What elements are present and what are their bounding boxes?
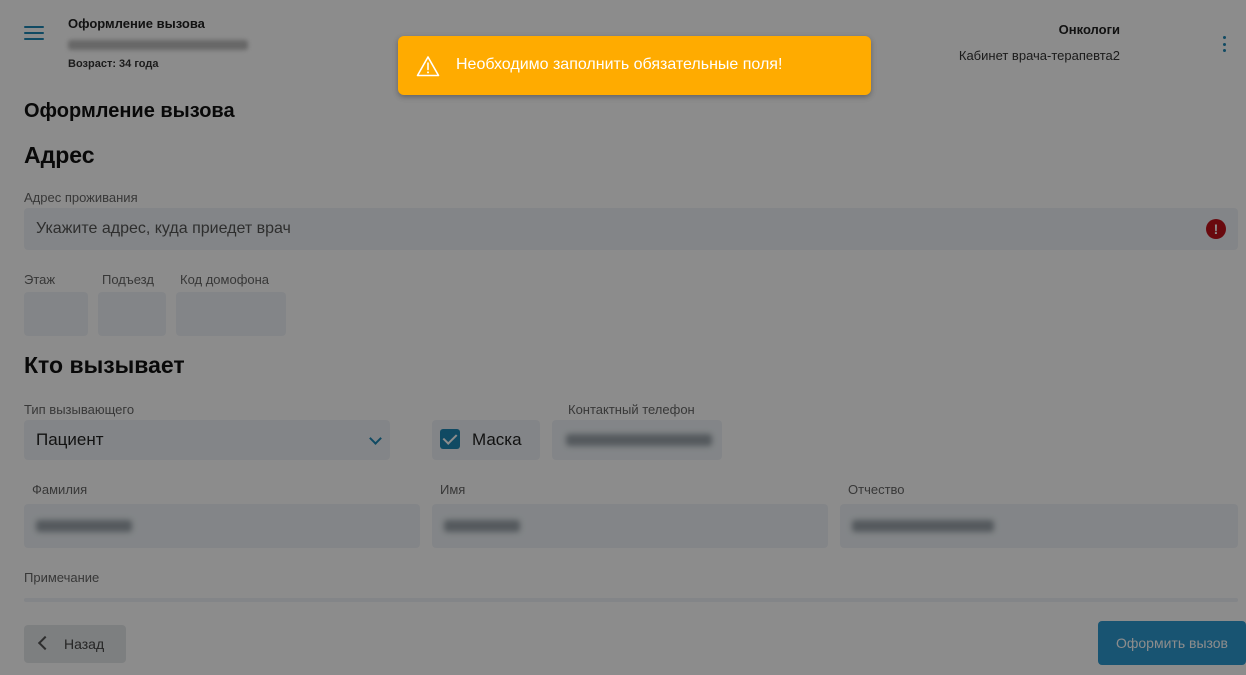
warning-toast: Необходимо заполнить обязательные поля! <box>398 36 871 95</box>
toast-message: Необходимо заполнить обязательные поля! <box>456 56 783 73</box>
app-window: Оформление вызова Возраст: 34 года Онкол… <box>0 0 1246 675</box>
warning-icon <box>416 56 440 77</box>
modal-overlay <box>0 0 1246 675</box>
